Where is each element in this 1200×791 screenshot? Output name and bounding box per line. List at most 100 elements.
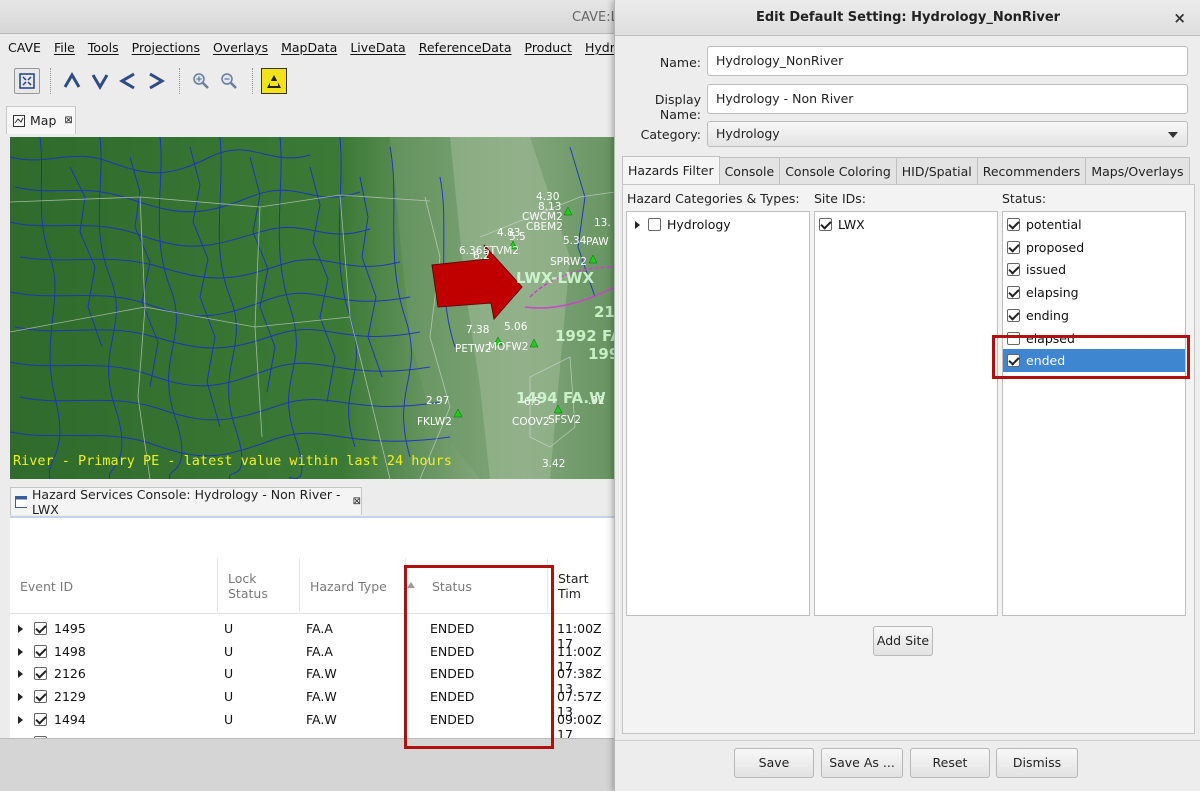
station-label: SFSV2 bbox=[548, 414, 582, 426]
pan-right-button[interactable] bbox=[143, 68, 169, 94]
menu-product[interactable]: Product bbox=[525, 40, 572, 55]
lock-status-cell: U bbox=[224, 643, 234, 659]
column-header-hazard-type[interactable]: Hazard Type bbox=[300, 558, 406, 614]
tree-item-hydrology[interactable]: Hydrology bbox=[627, 213, 809, 236]
hazard-services-button[interactable] bbox=[261, 68, 287, 94]
hazard-type-cell: FA.W bbox=[306, 689, 337, 705]
site-item-lwx[interactable]: LWX bbox=[815, 213, 997, 236]
expand-arrow-icon[interactable] bbox=[18, 715, 23, 724]
arrow-down-icon bbox=[91, 74, 109, 90]
expand-arrow-icon[interactable] bbox=[18, 625, 23, 633]
event-checkbox[interactable] bbox=[34, 644, 47, 658]
station-label: CBEM2 bbox=[526, 221, 563, 233]
close-icon[interactable]: × bbox=[1173, 0, 1186, 36]
proposed-checkbox[interactable] bbox=[1007, 240, 1020, 254]
tab-console-coloring[interactable]: Console Coloring bbox=[780, 157, 897, 184]
station-label: PETW2 bbox=[455, 343, 492, 355]
expand-arrow-icon[interactable] bbox=[18, 693, 23, 702]
category-label: Category: bbox=[640, 127, 701, 142]
menu-file[interactable]: File bbox=[54, 40, 75, 55]
issued-checkbox[interactable] bbox=[1007, 263, 1020, 277]
station-label: 6.2 bbox=[473, 250, 490, 262]
category-select[interactable]: Hydrology bbox=[707, 121, 1188, 147]
pan-down-button[interactable] bbox=[87, 68, 113, 94]
lock-status-cell: U bbox=[224, 689, 234, 705]
event-checkbox[interactable] bbox=[34, 690, 47, 704]
hazard-categories-tree[interactable]: Hydrology bbox=[626, 211, 810, 616]
hazard-services-icon bbox=[267, 75, 281, 88]
name-field[interactable]: Hydrology_NonRiver bbox=[707, 46, 1188, 76]
tab-console[interactable]: Console bbox=[719, 157, 781, 184]
toolbar-separator bbox=[179, 68, 180, 94]
zoom-in-button[interactable] bbox=[188, 68, 214, 94]
hydrology-checkbox[interactable] bbox=[648, 218, 661, 231]
menu-overlays[interactable]: Overlays bbox=[213, 40, 268, 55]
arrow-right-icon bbox=[149, 72, 165, 90]
save-button[interactable]: Save bbox=[734, 748, 814, 778]
station-label: PAW bbox=[586, 236, 609, 248]
menu-tools[interactable]: Tools bbox=[88, 40, 119, 55]
reset-button[interactable]: Reset bbox=[910, 748, 990, 778]
toolbar bbox=[0, 62, 620, 100]
pan-left-button[interactable] bbox=[115, 68, 141, 94]
menu-projections[interactable]: Projections bbox=[132, 40, 200, 55]
station-label: 13. bbox=[594, 217, 611, 229]
status-item-ending[interactable]: ending bbox=[1003, 304, 1185, 327]
console-tab[interactable]: Hazard Services Console: Hydrology - Non… bbox=[10, 487, 362, 517]
menu-livedata[interactable]: LiveData bbox=[350, 40, 405, 55]
event-checkbox[interactable] bbox=[34, 712, 47, 726]
event-id-cell: 2129 bbox=[54, 689, 86, 705]
map-icon bbox=[13, 114, 25, 127]
hazards-filter-panel: Hazard Categories & Types: Hydrology Sit… bbox=[622, 184, 1195, 734]
status-item-proposed[interactable]: proposed bbox=[1003, 236, 1185, 259]
map-display[interactable]: 4.30 8.13 CWCM2 CBEM2 4.83 5.5 6.36 STVM… bbox=[10, 137, 615, 479]
column-header-event-id[interactable]: Event ID bbox=[10, 558, 218, 614]
status-list[interactable]: potential proposed issued elapsing ending ela… bbox=[1002, 211, 1186, 616]
status-item-elapsing[interactable]: elapsing bbox=[1003, 281, 1185, 304]
hazard-type-cell: FA.W bbox=[306, 711, 337, 727]
expand-arrow-icon[interactable] bbox=[18, 670, 23, 679]
event-checkbox[interactable] bbox=[34, 667, 47, 681]
map-tab-label: Map bbox=[30, 113, 57, 128]
elapsing-checkbox[interactable] bbox=[1007, 286, 1020, 300]
save-as-button[interactable]: Save As ... bbox=[821, 748, 903, 778]
tab-recommenders[interactable]: Recommenders bbox=[977, 157, 1087, 184]
lock-status-cell: U bbox=[224, 621, 234, 636]
station-label: 7.38 bbox=[466, 324, 490, 336]
close-icon[interactable]: ⊠ bbox=[353, 496, 361, 507]
tab-hid-spatial[interactable]: HID/Spatial bbox=[896, 157, 978, 184]
menu-cave[interactable]: CAVE bbox=[8, 40, 41, 55]
settings-tabs: Hazards Filter Console Console Coloring … bbox=[622, 156, 1190, 184]
status-item-issued[interactable]: issued bbox=[1003, 258, 1185, 281]
potential-checkbox[interactable] bbox=[1007, 218, 1020, 231]
toolbar-separator bbox=[252, 68, 253, 94]
tab-hazards-filter[interactable]: Hazards Filter bbox=[622, 156, 720, 184]
site-ids-list[interactable]: LWX bbox=[814, 211, 998, 616]
menu-referencedata[interactable]: ReferenceData bbox=[419, 40, 512, 55]
map-legend: River - Primary PE - latest value within… bbox=[13, 453, 452, 469]
expand-arrow-icon[interactable] bbox=[18, 647, 23, 656]
lwx-checkbox[interactable] bbox=[819, 218, 832, 231]
event-checkbox[interactable] bbox=[34, 622, 47, 635]
tab-maps-overlays[interactable]: Maps/Overlays bbox=[1086, 157, 1190, 184]
screen: CAVE:L CAVE File Tools Projections Overl… bbox=[0, 0, 1200, 791]
map-tab[interactable]: Map ⊠ bbox=[6, 106, 76, 134]
site-ids-label: Site IDs: bbox=[814, 191, 867, 206]
expand-arrow-icon[interactable] bbox=[635, 221, 640, 229]
status-item-potential[interactable]: potential bbox=[1003, 213, 1185, 236]
dismiss-button[interactable]: Dismiss bbox=[996, 748, 1078, 778]
station-label: 5.5 bbox=[509, 231, 526, 243]
zoom-out-button[interactable] bbox=[216, 68, 242, 94]
close-icon[interactable]: ⊠ bbox=[64, 115, 72, 126]
menu-mapdata[interactable]: MapData bbox=[281, 40, 337, 55]
hazard-label: 199 bbox=[588, 345, 615, 363]
zoom-in-icon bbox=[193, 73, 209, 89]
display-name-field[interactable]: Hydrology - Non River bbox=[707, 84, 1188, 114]
zoom-extent-button[interactable] bbox=[14, 68, 40, 94]
column-header-start-time[interactable]: Start Tim bbox=[548, 558, 615, 614]
column-header-lock-status[interactable]: Lock Status bbox=[218, 558, 300, 614]
ending-checkbox[interactable] bbox=[1007, 308, 1020, 322]
add-site-button[interactable]: Add Site bbox=[873, 626, 933, 656]
lock-status-cell: U bbox=[224, 666, 234, 682]
pan-up-button[interactable] bbox=[59, 68, 85, 94]
